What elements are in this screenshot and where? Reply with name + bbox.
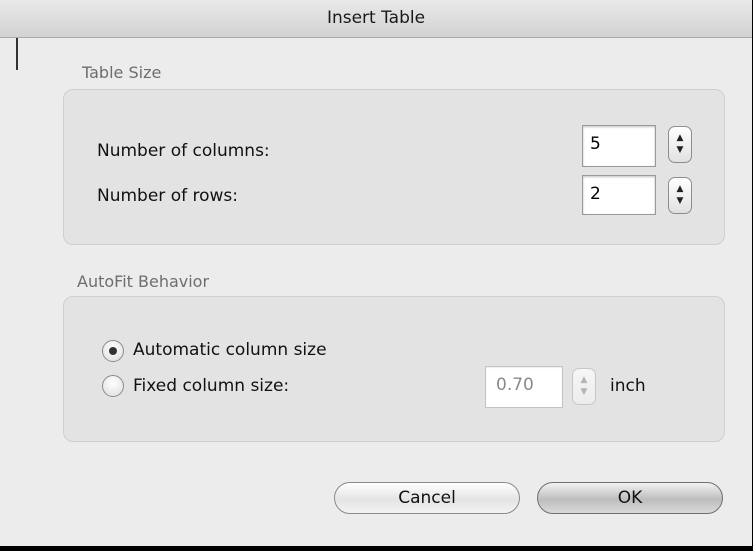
stepper-down-icon[interactable]: ▼ xyxy=(669,146,691,155)
columns-stepper[interactable]: ▲ ▼ xyxy=(668,126,692,163)
stepper-down-icon[interactable]: ▼ xyxy=(573,388,595,397)
ok-button[interactable]: OK xyxy=(537,482,723,514)
insert-table-dialog: Insert Table Table Size Number of column… xyxy=(0,0,752,546)
radio-selected-dot xyxy=(109,347,117,355)
autofit-section-label: AutoFit Behavior xyxy=(77,272,210,291)
dialog-title: Insert Table xyxy=(326,8,426,28)
autofit-group xyxy=(63,296,725,442)
columns-input[interactable]: 5 xyxy=(582,125,656,167)
automatic-column-size-label[interactable]: Automatic column size xyxy=(133,340,327,360)
automatic-column-size-radio[interactable] xyxy=(102,340,124,362)
window-edge-divider xyxy=(16,38,18,70)
stepper-up-icon[interactable]: ▲ xyxy=(573,376,595,385)
fixed-column-size-radio[interactable] xyxy=(102,375,124,397)
columns-label: Number of columns: xyxy=(97,141,270,161)
table-size-group xyxy=(63,89,725,245)
rows-label: Number of rows: xyxy=(97,186,238,206)
fixed-size-unit: inch xyxy=(610,376,646,396)
rows-stepper[interactable]: ▲ ▼ xyxy=(668,177,692,214)
fixed-column-size-label[interactable]: Fixed column size: xyxy=(133,376,289,396)
cancel-button[interactable]: Cancel xyxy=(334,482,520,514)
rows-input[interactable]: 2 xyxy=(582,175,656,215)
fixed-size-input[interactable]: 0.70 xyxy=(485,366,563,408)
fixed-size-stepper[interactable]: ▲ ▼ xyxy=(572,368,596,405)
stepper-down-icon[interactable]: ▼ xyxy=(669,197,691,206)
title-bar[interactable]: Insert Table xyxy=(0,0,752,38)
table-size-section-label: Table Size xyxy=(82,63,162,82)
stepper-up-icon[interactable]: ▲ xyxy=(669,134,691,143)
stepper-up-icon[interactable]: ▲ xyxy=(669,185,691,194)
